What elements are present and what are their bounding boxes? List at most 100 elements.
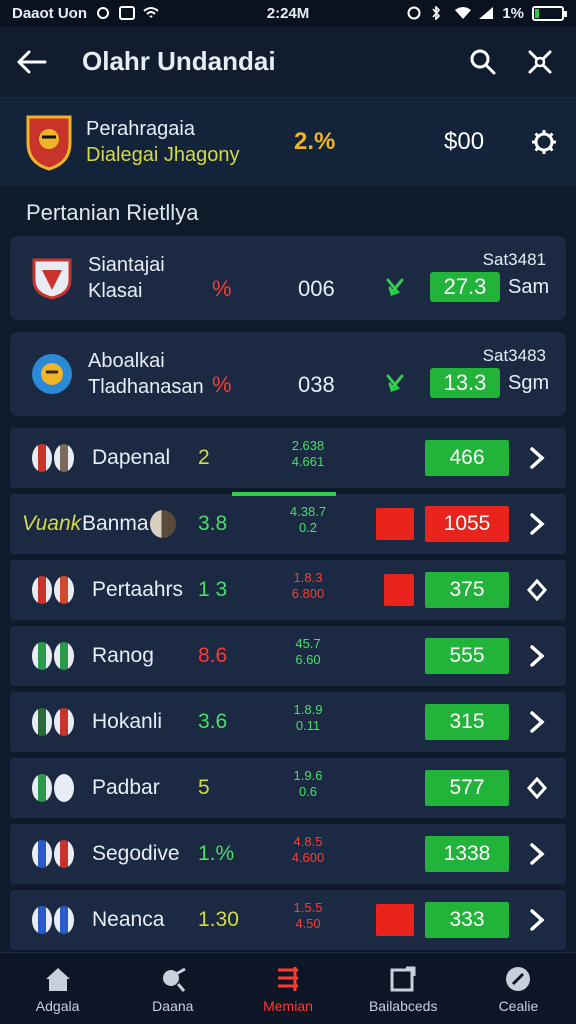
odds-line2: 4.600 bbox=[291, 850, 325, 865]
match-row[interactable]: Hokanli 3.6 1.8.9 0.11 315 bbox=[10, 692, 566, 752]
match-odds: 1.9.6 0.6 bbox=[288, 768, 328, 800]
match-value-button[interactable]: 1055 bbox=[425, 506, 509, 542]
odds-line2: 6.800 bbox=[291, 586, 325, 601]
odds-line2: 4.50 bbox=[295, 916, 321, 931]
team-flags-icon bbox=[32, 642, 74, 670]
team-logo-icon bbox=[30, 352, 74, 396]
odds-line1: 2.638 bbox=[291, 438, 325, 453]
app-bar: Olahr Undandai bbox=[0, 26, 576, 98]
search-icon bbox=[470, 49, 496, 74]
match-value-button[interactable]: 333 bbox=[425, 902, 509, 938]
match-row[interactable]: Segodive 1.% 4.8.5 4.600 1338 bbox=[10, 824, 566, 884]
match-odds: 2.638 4.661 bbox=[288, 438, 328, 470]
match-value-button[interactable]: 555 bbox=[425, 638, 509, 674]
search-button[interactable] bbox=[462, 42, 502, 82]
match-row[interactable]: Dapenal 2 2.638 4.661 466 bbox=[10, 428, 566, 488]
match-row[interactable]: Neanca 1.30 1.5.5 4.50 333 bbox=[10, 890, 566, 950]
team-crest-icon bbox=[24, 113, 74, 171]
team-flags-icon bbox=[32, 444, 74, 472]
team-name: Hokanli bbox=[92, 710, 163, 733]
team-name: Pertaahrs bbox=[92, 578, 184, 601]
team-prefix: Vuank bbox=[22, 512, 82, 535]
featured-code: Sat3481 bbox=[482, 250, 546, 269]
featured-code: Sat3483 bbox=[482, 346, 546, 365]
odds-line1: 1.8.9 bbox=[293, 702, 323, 717]
nav-label: Bailabceds bbox=[368, 997, 438, 1014]
odds-line2: 6.60 bbox=[295, 652, 321, 667]
nav-item-ball[interactable]: Cealie bbox=[461, 953, 576, 1024]
match-score: 1.30 bbox=[198, 908, 239, 931]
back-button[interactable] bbox=[0, 26, 64, 98]
match-row[interactable]: Pertaahrs 1 3 1.8.3 6.800 375 bbox=[10, 560, 566, 620]
team-ball-icon bbox=[150, 510, 176, 538]
chevron-right-icon[interactable] bbox=[526, 512, 548, 536]
odds-line1: 45.7 bbox=[295, 636, 321, 651]
nav-label: Adgala bbox=[35, 997, 80, 1014]
home-icon bbox=[45, 967, 70, 991]
chevron-right-icon[interactable] bbox=[526, 446, 548, 470]
match-score: 5 bbox=[198, 776, 210, 799]
featured-value[interactable]: 27.3 bbox=[430, 272, 500, 302]
settings-button[interactable] bbox=[524, 122, 564, 162]
alert-box[interactable] bbox=[376, 904, 414, 936]
nav-item-list[interactable]: Memian bbox=[230, 953, 345, 1024]
match-odds: 4.38.7 0.2 bbox=[288, 504, 328, 536]
nav-item-notes[interactable]: Bailabceds bbox=[346, 953, 461, 1024]
flag-icon bbox=[54, 576, 74, 604]
nav-item-home[interactable]: Adgala bbox=[0, 953, 115, 1024]
alarm-icon bbox=[406, 6, 422, 20]
nav-label: Cealie bbox=[498, 997, 539, 1014]
flag-icon bbox=[32, 774, 52, 802]
match-odds: 45.7 6.60 bbox=[288, 636, 328, 668]
diamond-icon[interactable] bbox=[526, 776, 548, 800]
odds-line2: 0.11 bbox=[295, 718, 321, 733]
match-row[interactable]: Padbar 5 1.9.6 0.6 577 bbox=[10, 758, 566, 818]
team-name: Padbar bbox=[92, 776, 160, 799]
odds-line1: 1.5.5 bbox=[293, 900, 323, 915]
trend-down-icon bbox=[384, 372, 406, 394]
featured-name1: Siantajai bbox=[88, 254, 165, 276]
match-odds: 1.8.3 6.800 bbox=[288, 570, 328, 602]
team-flags-icon bbox=[32, 708, 74, 736]
match-value-button[interactable]: 1338 bbox=[425, 836, 509, 872]
alert-box[interactable] bbox=[384, 574, 414, 606]
match-value-button[interactable]: 577 bbox=[425, 770, 509, 806]
match-score: 3.6 bbox=[198, 710, 228, 733]
match-row[interactable]: Vuank Banma 3.8 4.38.7 0.2 1055 bbox=[10, 494, 566, 554]
gear-icon bbox=[532, 130, 556, 154]
bottom-navigation: Adgala Daana Memian Bailabceds Cealie bbox=[0, 952, 576, 1024]
trend-down-icon bbox=[384, 276, 406, 298]
whistle-icon bbox=[162, 967, 186, 992]
summary-amount: $00 bbox=[444, 128, 485, 155]
wifi-small-icon bbox=[143, 6, 159, 20]
status-time: 2:24M bbox=[266, 4, 310, 22]
nav-item-whistle[interactable]: Daana bbox=[115, 953, 230, 1024]
chevron-right-icon[interactable] bbox=[526, 644, 548, 668]
filter-button[interactable] bbox=[520, 42, 560, 82]
flag-icon bbox=[32, 906, 52, 934]
chevron-right-icon[interactable] bbox=[526, 842, 548, 866]
odds-line1: 4.8.5 bbox=[293, 834, 323, 849]
chevron-right-icon[interactable] bbox=[526, 710, 548, 734]
featured-card[interactable]: Siantajai Klasai % 006 Sat3481 27.3 Sam bbox=[10, 236, 566, 320]
photo-icon bbox=[119, 6, 135, 20]
match-row[interactable]: Ranog 8.6 45.7 6.60 555 bbox=[10, 626, 566, 686]
featured-value[interactable]: 13.3 bbox=[430, 368, 500, 398]
featured-unit: Sam bbox=[508, 276, 550, 298]
team-logo-icon bbox=[30, 256, 74, 300]
flag-icon bbox=[54, 774, 74, 802]
diamond-icon[interactable] bbox=[526, 578, 548, 602]
match-value-button[interactable]: 466 bbox=[425, 440, 509, 476]
featured-card[interactable]: Aboalkai Tladhanasan % 038 Sat3483 13.3 … bbox=[10, 332, 566, 416]
flag-icon bbox=[54, 840, 74, 868]
match-value-button[interactable]: 375 bbox=[425, 572, 509, 608]
featured-mid: 038 bbox=[298, 372, 335, 397]
team-name: Ranog bbox=[92, 644, 154, 667]
alert-box[interactable] bbox=[376, 508, 414, 540]
match-value-button[interactable]: 315 bbox=[425, 704, 509, 740]
featured-name2: Tladhanasan bbox=[88, 376, 204, 398]
chevron-right-icon[interactable] bbox=[526, 908, 548, 932]
tools-icon bbox=[528, 50, 552, 73]
section-title: Pertanian Rietllya bbox=[26, 200, 199, 225]
odds-line2: 0.2 bbox=[298, 520, 318, 535]
